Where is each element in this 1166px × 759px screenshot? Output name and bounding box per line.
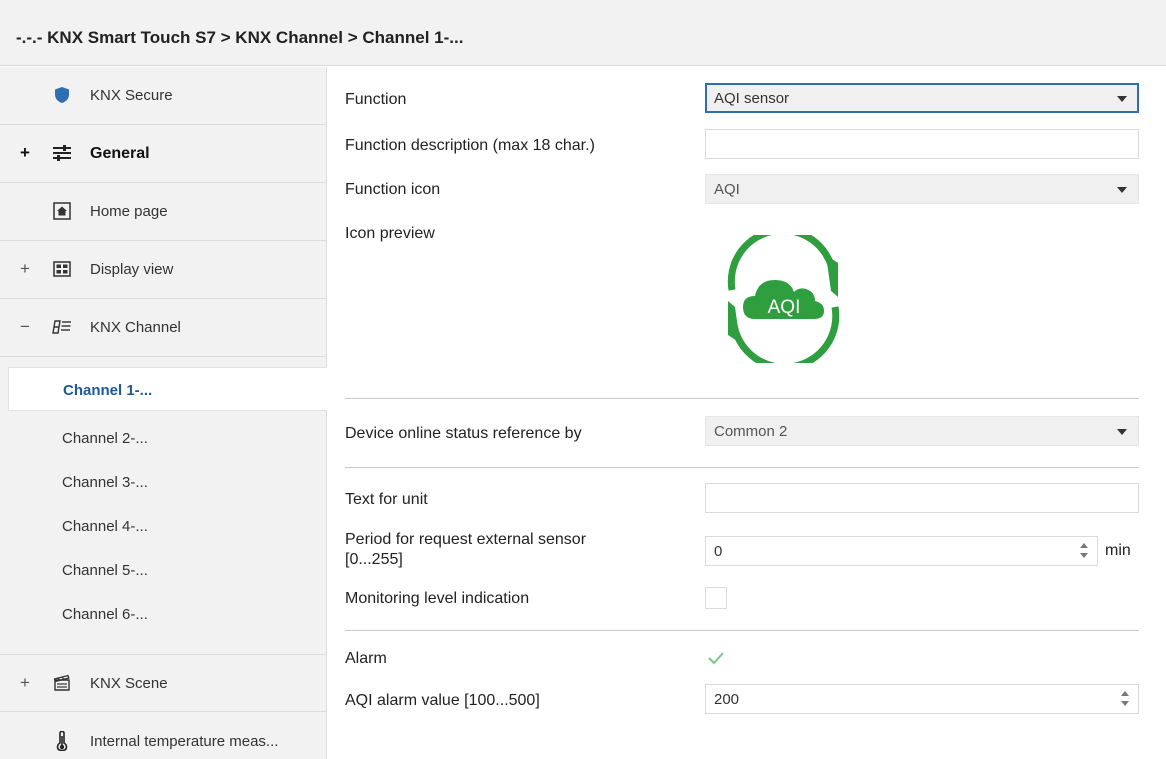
sidebar-item-label: Channel 2-... [62, 430, 148, 447]
divider [345, 630, 1139, 631]
function-label: Function [345, 91, 407, 108]
channel-icon [52, 317, 72, 337]
device-online-status-select[interactable]: Common 2 [705, 416, 1139, 446]
aqi-icon-text: AQI [768, 297, 801, 318]
sidebar-item-channel-3[interactable]: Channel 3-... [0, 460, 327, 504]
sidebar-item-label: KNX Channel [90, 319, 181, 336]
monitoring-level-checkbox[interactable] [705, 587, 727, 609]
period-unit: min [1105, 542, 1131, 559]
period-range-label: [0...255] [345, 551, 403, 568]
sidebar-item-label: Channel 3-... [62, 474, 148, 491]
function-value: AQI sensor [714, 90, 790, 107]
function-icon-label: Function icon [345, 181, 441, 198]
sidebar-item-knx-scene[interactable]: + KNX Scene [0, 654, 327, 712]
alarm-label: Alarm [345, 650, 387, 667]
aqi-alarm-value-stepper[interactable]: 200 [705, 684, 1139, 714]
sliders-icon [52, 143, 72, 163]
display-grid-icon [52, 259, 72, 279]
sidebar-item-internal-temperature[interactable]: Internal temperature meas... [0, 713, 327, 759]
sidebar-item-general[interactable]: + General [0, 125, 327, 183]
sidebar-item-channel-1[interactable]: Channel 1-... [8, 367, 327, 411]
aqi-icon: AQI [718, 226, 848, 371]
chevron-down-icon [1117, 429, 1127, 435]
period-stepper[interactable]: 0 [705, 536, 1098, 566]
function-description-label: Function description (max 18 char.) [345, 137, 595, 154]
breadcrumb: -.-.- KNX Smart Touch S7 > KNX Channel >… [16, 28, 464, 47]
expand-icon[interactable]: + [18, 259, 32, 279]
aqi-alarm-value-label: AQI alarm value [100...500] [345, 692, 540, 709]
spin-arrows-icon[interactable] [1120, 690, 1130, 708]
period-label: Period for request external sensor [345, 531, 587, 548]
sidebar-item-label: Channel 4-... [62, 518, 148, 535]
sidebar-item-channel-4[interactable]: Channel 4-... [0, 504, 327, 548]
chevron-down-icon [1117, 96, 1127, 102]
text-for-unit-input[interactable] [705, 483, 1139, 513]
icon-preview-label: Icon preview [345, 225, 435, 242]
sidebar-item-label: KNX Scene [90, 675, 168, 692]
shield-icon [52, 85, 72, 105]
sidebar-item-channel-6[interactable]: Channel 6-... [0, 592, 327, 636]
sidebar-item-channel-5[interactable]: Channel 5-... [0, 548, 327, 592]
function-icon-value: AQI [714, 181, 740, 198]
sidebar-item-channel-2[interactable]: Channel 2-... [0, 416, 327, 460]
sidebar-item-label: Home page [90, 203, 168, 220]
sidebar-item-label: Channel 5-... [62, 562, 148, 579]
alarm-checkbox[interactable] [705, 647, 727, 669]
aqi-alarm-value: 200 [714, 691, 740, 708]
spin-arrows-icon[interactable] [1079, 542, 1089, 560]
checkmark-icon [708, 652, 724, 665]
title-bar: -.-.- KNX Smart Touch S7 > KNX Channel >… [0, 0, 1166, 66]
function-description-input[interactable] [705, 129, 1139, 159]
home-icon [52, 201, 72, 221]
divider [345, 467, 1139, 468]
chevron-down-icon [1117, 187, 1127, 193]
scene-clapper-icon [52, 673, 72, 693]
device-online-status-label: Device online status reference by [345, 425, 582, 442]
period-value: 0 [714, 543, 723, 560]
sidebar-item-label: Channel 1-... [63, 382, 153, 399]
sidebar-item-knx-secure[interactable]: KNX Secure [0, 67, 327, 125]
sidebar-item-display-view[interactable]: + Display view [0, 241, 327, 299]
parameter-panel: Function AQI sensor Function description… [328, 67, 1166, 759]
sidebar-item-label: General [90, 145, 150, 162]
text-for-unit-label: Text for unit [345, 491, 428, 508]
device-online-status-value: Common 2 [714, 423, 788, 440]
monitoring-level-label: Monitoring level indication [345, 590, 530, 607]
sidebar-item-home-page[interactable]: Home page [0, 183, 327, 241]
divider [345, 398, 1139, 399]
collapse-icon[interactable]: − [18, 317, 32, 337]
thermometer-icon [52, 731, 72, 751]
sidebar-item-label: Internal temperature meas... [90, 733, 279, 750]
sidebar-item-label: KNX Secure [90, 87, 173, 104]
expand-icon[interactable]: + [18, 143, 32, 163]
sidebar-item-label: Display view [90, 261, 174, 278]
function-select[interactable]: AQI sensor [705, 83, 1139, 113]
sidebar-item-label: Channel 6-... [62, 606, 148, 623]
expand-icon[interactable]: + [18, 673, 32, 693]
function-icon-select[interactable]: AQI [705, 174, 1139, 204]
sidebar-item-knx-channel[interactable]: − KNX Channel [0, 299, 327, 357]
sidebar: KNX Secure + General Home page + Display… [0, 67, 327, 759]
